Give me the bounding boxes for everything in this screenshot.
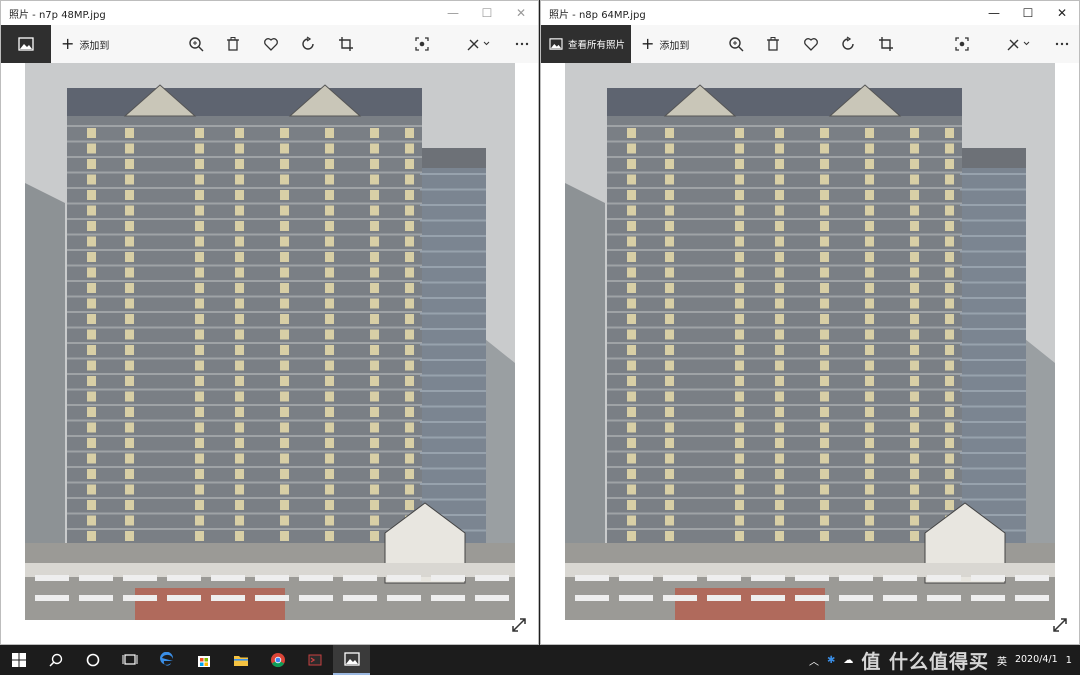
close-button[interactable]: ✕ — [1045, 1, 1079, 25]
photo-icon — [18, 37, 34, 51]
more-icon[interactable] — [1053, 35, 1071, 53]
bluetooth-icon[interactable]: ✱ — [827, 655, 835, 666]
favorite-icon[interactable] — [802, 35, 820, 53]
chevron-up-icon[interactable]: ︿ — [809, 653, 819, 668]
minimize-button[interactable]: — — [977, 1, 1011, 25]
photos-window-left: 照片 - n7p 48MP.jpg — ☐ ✕ + 添加到 — [0, 0, 539, 645]
cloud-icon[interactable]: ☁ — [843, 655, 853, 666]
zoom-icon[interactable] — [187, 35, 205, 53]
add-to-label: 添加到 — [659, 40, 690, 52]
rotate-icon[interactable] — [839, 35, 857, 53]
maximize-button[interactable]: ☐ — [470, 1, 504, 25]
close-button[interactable]: ✕ — [504, 1, 538, 25]
crop-icon[interactable] — [337, 35, 355, 53]
edge-icon[interactable] — [148, 645, 185, 675]
start-icon[interactable] — [0, 645, 37, 675]
caption-buttons: — ☐ ✕ — [977, 1, 1079, 25]
delete-icon[interactable] — [224, 35, 242, 53]
photo-viewer[interactable] — [1, 63, 538, 644]
favorite-icon[interactable] — [262, 35, 280, 53]
window-title: 照片 - n8p 64MP.jpg — [549, 9, 646, 21]
add-to-label: 添加到 — [79, 40, 110, 52]
toolbar: 查看所有照片 + 添加到 — [541, 25, 1079, 63]
edit-icon[interactable] — [1004, 35, 1032, 53]
chrome-icon[interactable] — [259, 645, 296, 675]
ime-indicator[interactable]: 英 — [997, 653, 1007, 668]
delete-icon[interactable] — [764, 35, 782, 53]
rotate-icon[interactable] — [299, 35, 317, 53]
photo-canvas[interactable] — [25, 63, 515, 620]
desktop: 照片 - n7p 48MP.jpg — ☐ ✕ + 添加到 照片 - n8p 6… — [0, 0, 1080, 675]
see-all-photos-button[interactable] — [1, 25, 51, 63]
date-text: 2020/4/1 — [1014, 654, 1058, 665]
add-to-button[interactable]: + 添加到 — [61, 36, 109, 52]
zoom-icon[interactable] — [727, 35, 745, 53]
cortana-icon[interactable] — [74, 645, 111, 675]
file-explorer-icon[interactable] — [222, 645, 259, 675]
add-to-button[interactable]: + 添加到 — [641, 36, 689, 52]
app-icon[interactable] — [296, 645, 333, 675]
enhance-icon[interactable] — [953, 35, 971, 53]
building-photo — [565, 63, 1055, 620]
search-icon[interactable] — [37, 645, 74, 675]
photo-canvas[interactable] — [565, 63, 1055, 620]
title-bar[interactable]: 照片 - n8p 64MP.jpg — ☐ ✕ — [541, 1, 1079, 25]
notification-badge[interactable]: 1 — [1066, 655, 1072, 666]
clock[interactable]: 2020/4/1 — [1015, 654, 1058, 666]
see-all-photos-button[interactable]: 查看所有照片 — [541, 25, 631, 63]
more-icon[interactable] — [513, 35, 531, 53]
taskbar: ︿ ✱ ☁ 值 什么值得买 英 2020/4/1 1 — [0, 645, 1080, 675]
maximize-button[interactable]: ☐ — [1011, 1, 1045, 25]
plus-icon: + — [61, 34, 75, 53]
caption-buttons: — ☐ ✕ — [436, 1, 538, 25]
toolbar: + 添加到 — [1, 25, 538, 63]
expand-icon[interactable] — [510, 616, 528, 634]
system-tray: ︿ ✱ ☁ 值 什么值得买 英 2020/4/1 1 — [809, 645, 1080, 675]
edit-icon[interactable] — [464, 35, 492, 53]
task-view-icon[interactable] — [111, 645, 148, 675]
minimize-button[interactable]: — — [436, 1, 470, 25]
expand-icon[interactable] — [1051, 616, 1069, 634]
photo-viewer[interactable] — [541, 63, 1079, 644]
photo-icon — [549, 38, 563, 50]
crop-icon[interactable] — [877, 35, 895, 53]
building-photo — [25, 63, 515, 620]
store-icon[interactable] — [185, 645, 222, 675]
enhance-icon[interactable] — [413, 35, 431, 53]
plus-icon: + — [641, 34, 655, 53]
window-title: 照片 - n7p 48MP.jpg — [9, 9, 106, 21]
watermark: 值 什么值得买 — [861, 650, 989, 673]
see-all-photos-label: 查看所有照片 — [568, 40, 626, 51]
photos-window-right: 照片 - n8p 64MP.jpg — ☐ ✕ 查看所有照片 + 添加到 — [540, 0, 1080, 645]
title-bar[interactable]: 照片 - n7p 48MP.jpg — ☐ ✕ — [1, 1, 538, 25]
photos-taskbar-icon[interactable] — [333, 645, 370, 675]
